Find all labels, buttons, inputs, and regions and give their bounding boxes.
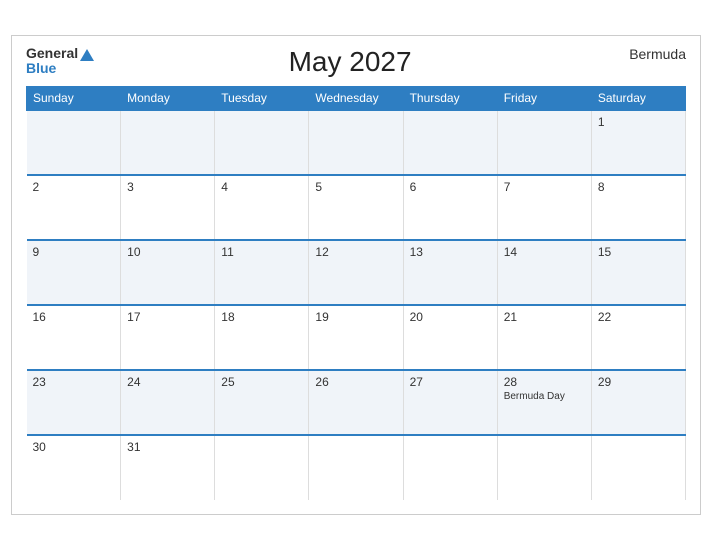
calendar-day-cell: 14 [497, 240, 591, 305]
day-number: 5 [315, 180, 396, 194]
calendar-day-cell: 27 [403, 370, 497, 435]
calendar-day-cell: 28 Bermuda Day [497, 370, 591, 435]
day-number: 2 [33, 180, 115, 194]
calendar-day-cell [591, 435, 685, 500]
day-number: 27 [410, 375, 491, 389]
day-number: 25 [221, 375, 302, 389]
day-number: 10 [127, 245, 208, 259]
calendar-day-cell: 23 [27, 370, 121, 435]
day-number: 22 [598, 310, 679, 324]
weekday-header-saturday: Saturday [591, 87, 685, 111]
logo-blue: Blue [26, 61, 94, 76]
calendar-day-cell: 9 [27, 240, 121, 305]
day-number: 26 [315, 375, 396, 389]
calendar-tbody: 1234567891011121314151617181920212223242… [27, 110, 686, 500]
calendar-day-cell: 7 [497, 175, 591, 240]
day-number: 28 [504, 375, 585, 389]
calendar-day-cell [497, 110, 591, 175]
calendar-header: General Blue May 2027 Bermuda [26, 46, 686, 78]
calendar-grid: SundayMondayTuesdayWednesdayThursdayFrid… [26, 86, 686, 500]
calendar-thead: SundayMondayTuesdayWednesdayThursdayFrid… [27, 87, 686, 111]
weekday-header-wednesday: Wednesday [309, 87, 403, 111]
day-number: 24 [127, 375, 208, 389]
calendar-day-cell: 18 [215, 305, 309, 370]
calendar-day-cell: 26 [309, 370, 403, 435]
calendar-week-row: 2345678 [27, 175, 686, 240]
calendar-week-row: 9 10 11 12 13 14 15 [27, 240, 686, 305]
calendar-day-cell [27, 110, 121, 175]
calendar-day-cell [215, 110, 309, 175]
calendar-day-cell: 16 [27, 305, 121, 370]
calendar-day-cell: 4 [215, 175, 309, 240]
weekday-header-row: SundayMondayTuesdayWednesdayThursdayFrid… [27, 87, 686, 111]
calendar-day-cell [309, 435, 403, 500]
calendar-day-cell: 20 [403, 305, 497, 370]
calendar-day-cell: 2 [27, 175, 121, 240]
calendar-day-cell [403, 435, 497, 500]
calendar-day-cell: 6 [403, 175, 497, 240]
day-number: 12 [315, 245, 396, 259]
calendar-day-cell: 13 [403, 240, 497, 305]
day-number: 4 [221, 180, 302, 194]
day-number: 3 [127, 180, 208, 194]
calendar-week-row: 23 24 25 26 27 28 Bermuda Day 29 [27, 370, 686, 435]
calendar-week-row: 1 [27, 110, 686, 175]
calendar-day-cell: 19 [309, 305, 403, 370]
day-number: 29 [598, 375, 679, 389]
day-number: 8 [598, 180, 679, 194]
weekday-header-friday: Friday [497, 87, 591, 111]
event-label: Bermuda Day [504, 391, 585, 402]
calendar-day-cell: 11 [215, 240, 309, 305]
calendar-day-cell: 25 [215, 370, 309, 435]
day-number: 15 [598, 245, 679, 259]
day-number: 30 [33, 440, 115, 454]
day-number: 6 [410, 180, 491, 194]
calendar-day-cell: 8 [591, 175, 685, 240]
calendar-day-cell [309, 110, 403, 175]
calendar-day-cell [403, 110, 497, 175]
day-number: 17 [127, 310, 208, 324]
day-number: 1 [598, 115, 679, 129]
day-number: 19 [315, 310, 396, 324]
calendar-day-cell: 29 [591, 370, 685, 435]
calendar-day-cell: 22 [591, 305, 685, 370]
calendar-day-cell: 15 [591, 240, 685, 305]
calendar-day-cell [497, 435, 591, 500]
calendar-day-cell: 30 [27, 435, 121, 500]
calendar-day-cell: 21 [497, 305, 591, 370]
calendar-region: Bermuda [606, 46, 686, 62]
weekday-header-tuesday: Tuesday [215, 87, 309, 111]
calendar-day-cell: 10 [121, 240, 215, 305]
calendar-day-cell: 1 [591, 110, 685, 175]
weekday-header-monday: Monday [121, 87, 215, 111]
day-number: 11 [221, 245, 302, 259]
calendar-wrapper: General Blue May 2027 Bermuda SundayMond… [11, 35, 701, 515]
calendar-day-cell: 24 [121, 370, 215, 435]
calendar-day-cell [215, 435, 309, 500]
day-number: 18 [221, 310, 302, 324]
calendar-week-row: 30 31 [27, 435, 686, 500]
weekday-header-thursday: Thursday [403, 87, 497, 111]
day-number: 13 [410, 245, 491, 259]
calendar-day-cell: 17 [121, 305, 215, 370]
calendar-title: May 2027 [94, 46, 606, 78]
calendar-week-row: 16 17 18 19 20 21 22 [27, 305, 686, 370]
logo-triangle-icon [80, 49, 94, 61]
day-number: 20 [410, 310, 491, 324]
calendar-day-cell [121, 110, 215, 175]
calendar-day-cell: 3 [121, 175, 215, 240]
day-number: 21 [504, 310, 585, 324]
day-number: 23 [33, 375, 115, 389]
day-number: 31 [127, 440, 208, 454]
day-number: 14 [504, 245, 585, 259]
calendar-day-cell: 31 [121, 435, 215, 500]
day-number: 7 [504, 180, 585, 194]
logo-general: General [26, 46, 94, 61]
logo: General Blue [26, 46, 94, 77]
calendar-day-cell: 12 [309, 240, 403, 305]
day-number: 9 [33, 245, 115, 259]
weekday-header-sunday: Sunday [27, 87, 121, 111]
day-number: 16 [33, 310, 115, 324]
calendar-day-cell: 5 [309, 175, 403, 240]
